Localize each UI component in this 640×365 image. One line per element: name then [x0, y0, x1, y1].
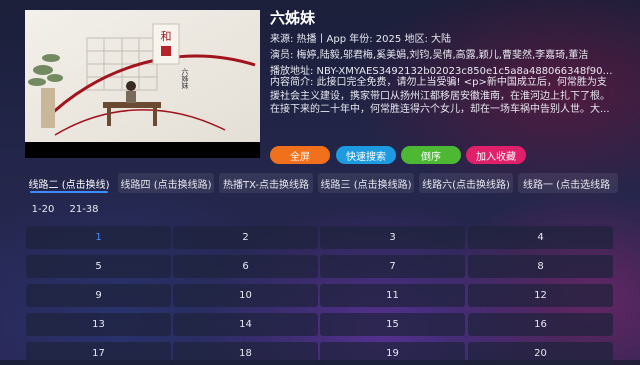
episode-button-10[interactable]: 10: [173, 284, 318, 307]
episode-button-17[interactable]: 17: [26, 342, 171, 365]
episode-button-8[interactable]: 8: [468, 255, 613, 278]
line-tab-6[interactable]: 线路一 (点击选线路: [518, 173, 618, 193]
episode-button-19[interactable]: 19: [320, 342, 465, 365]
line-tab-4[interactable]: 线路三 (点击换线路): [318, 173, 414, 193]
range-tab-1[interactable]: 1-20: [26, 200, 60, 218]
fullscreen-button[interactable]: 全屏: [270, 146, 330, 164]
episode-button-20[interactable]: 20: [468, 342, 613, 365]
episode-button-18[interactable]: 18: [173, 342, 318, 365]
episode-button-15[interactable]: 15: [320, 313, 465, 336]
episode-button-4[interactable]: 4: [468, 226, 613, 249]
episode-button-12[interactable]: 12: [468, 284, 613, 307]
quick-search-button[interactable]: 快速搜索: [336, 146, 396, 164]
source-line: 来源: 热播丨App 年份: 2025 地区: 大陆: [270, 34, 451, 45]
line-tab-2[interactable]: 线路四 (点击换线路): [118, 173, 214, 193]
episode-button-14[interactable]: 14: [173, 313, 318, 336]
reverse-order-button[interactable]: 倒序: [401, 146, 461, 164]
line-tab-1[interactable]: 线路二 (点击换线): [25, 173, 113, 193]
episode-button-11[interactable]: 11: [320, 284, 465, 307]
line-tab-3[interactable]: 热播TX-点击换线路: [219, 173, 313, 193]
episode-button-6[interactable]: 6: [173, 255, 318, 278]
episode-button-3[interactable]: 3: [320, 226, 465, 249]
episode-button-7[interactable]: 7: [320, 255, 465, 278]
line-tab-5[interactable]: 线路六(点击换线路): [419, 173, 513, 193]
episode-button-9[interactable]: 9: [26, 284, 171, 307]
drama-title: 六姊妹: [270, 9, 316, 27]
episode-button-5[interactable]: 5: [26, 255, 171, 278]
actors-line: 演员: 梅婷,陆毅,邬君梅,奚美娟,刘钧,吴倩,高露,颖儿,曹斐然,李嘉琦,董洁: [270, 50, 589, 61]
episode-button-13[interactable]: 13: [26, 313, 171, 336]
range-tab-2[interactable]: 21-38: [64, 200, 104, 218]
poster-image: 和 六姊妹: [25, 10, 260, 142]
episode-button-1[interactable]: 1: [26, 226, 171, 249]
description: 内容简介: 此接口完全免费，请勿上当受骗! <p>新中国成立后，何常胜为支援社会…: [270, 77, 610, 115]
poster-caption: 六姊妹: [181, 67, 189, 90]
play-url-line: 播放地址: NBY-XMYAES3492132b02023c850e1c5a8a…: [270, 66, 615, 77]
episode-button-16[interactable]: 16: [468, 313, 613, 336]
add-favorite-button[interactable]: 加入收藏: [466, 146, 526, 164]
episode-button-2[interactable]: 2: [173, 226, 318, 249]
poster-stamp-char: 和: [161, 30, 172, 43]
poster[interactable]: 和 六姊妹: [25, 10, 260, 158]
active-tab-indicator: [30, 191, 108, 193]
